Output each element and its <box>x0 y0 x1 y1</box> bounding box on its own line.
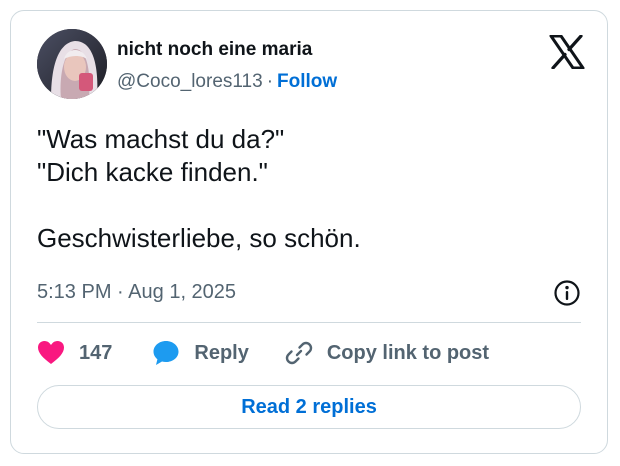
tweet-date: Aug 1, 2025 <box>128 281 237 303</box>
link-icon <box>285 339 313 367</box>
handle-separator: · <box>266 71 274 92</box>
tweet-line: "Dich kacke finden." <box>37 157 268 187</box>
reply-label: Reply <box>194 341 249 364</box>
tweet-text: "Was machst du da?" "Dich kacke finden."… <box>37 123 577 255</box>
copy-link-label: Copy link to post <box>326 341 490 364</box>
read-replies-button[interactable]: Read 2 replies <box>37 385 581 429</box>
tweet-line: "Was machst du da?" <box>37 124 285 154</box>
speech-bubble-icon <box>152 339 180 367</box>
tweet-card: nicht noch eine maria @Coco_lores113 · Fol… <box>10 10 608 454</box>
like-button[interactable]: 147 <box>37 340 112 366</box>
x-logo-icon[interactable] <box>549 34 585 70</box>
time-separator: · <box>117 281 124 303</box>
follow-link[interactable]: Follow <box>277 71 337 92</box>
tweet-time: 5:13 PM <box>37 281 112 303</box>
timestamp-link[interactable]: 5:13 PM · Aug 1, 2025 <box>37 281 236 304</box>
reply-button[interactable]: Reply <box>152 339 249 367</box>
divider <box>37 322 581 323</box>
info-icon[interactable] <box>553 279 581 307</box>
tweet-line: Geschwisterliebe, so schön. <box>37 223 361 253</box>
copy-link-button[interactable]: Copy link to post <box>285 339 489 367</box>
action-bar: 147 Reply Copy link to post <box>37 339 489 367</box>
avatar[interactable] <box>37 29 107 99</box>
heart-icon <box>37 340 65 366</box>
handle[interactable]: @Coco_lores113 <box>117 71 263 92</box>
like-count: 147 <box>79 341 113 364</box>
handle-row: @Coco_lores113 · Follow <box>117 71 337 93</box>
display-name[interactable]: nicht noch eine maria <box>117 39 312 61</box>
